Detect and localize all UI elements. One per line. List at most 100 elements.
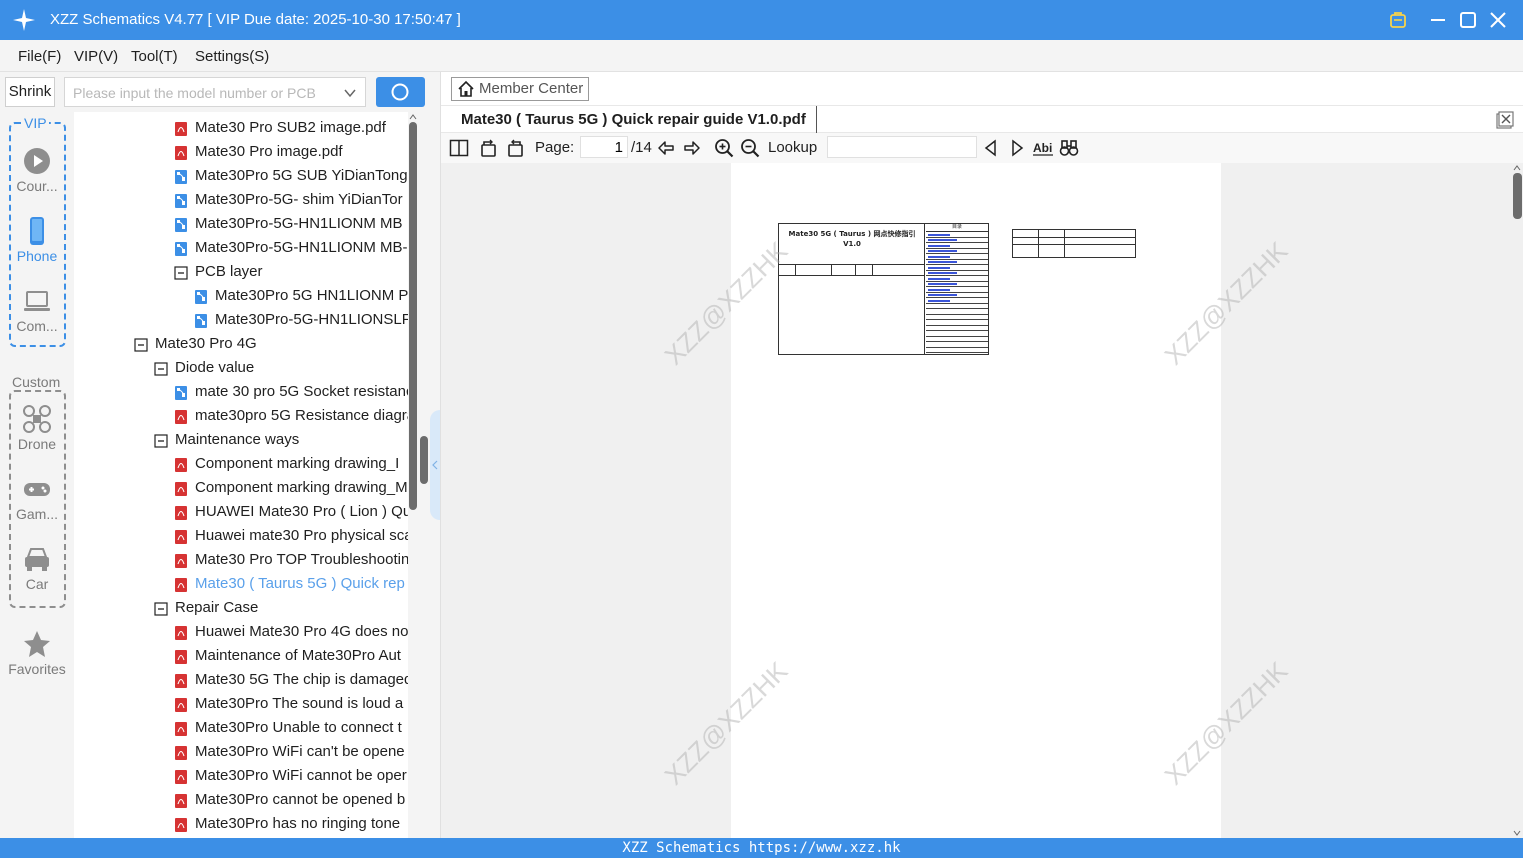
close-icon[interactable] [1486,8,1510,32]
previous-page-icon[interactable] [656,138,676,158]
zoom-out-icon[interactable] [740,138,760,158]
tree-file[interactable]: Huawei Mate30 Pro 4G does no [74,620,408,644]
tree-file[interactable]: Mate30Pro WiFi cannot be oper [74,764,408,788]
tree-file[interactable]: Mate30 Pro image.pdf [74,140,408,164]
pdf-viewer[interactable]: Mate30 5G ( Taurus ) 网点快修指引 V1.0 目录 XZZ@… [441,163,1523,838]
tree-file[interactable]: Huawei mate30 Pro physical sca [74,524,408,548]
rail-item-label: Phone [16,248,58,264]
member-center-button[interactable]: Member Center [451,77,589,101]
tree-item-label: Maintenance ways [175,431,300,448]
toc-lines [926,232,988,353]
tree-scrollbar[interactable] [408,112,418,838]
binoculars-icon[interactable] [1059,138,1079,158]
pane-splitter[interactable] [418,112,440,838]
tree-file[interactable]: Mate30Pro 5G SUB YiDianTong [74,164,408,188]
car-icon [25,548,49,571]
menu-tool[interactable]: Tool(T) [131,48,178,65]
window-title: XZZ Schematics V4.77 [ VIP Due date: 202… [50,11,461,28]
zoom-in-icon[interactable] [714,138,734,158]
vip-bag-icon[interactable] [1386,8,1410,32]
sidebar-toggle-icon[interactable] [449,138,469,158]
pdf-file-icon [175,650,187,664]
pdf-file-icon [175,578,187,592]
find-next-icon[interactable] [1007,138,1027,158]
menu-vip[interactable]: VIP(V) [74,48,118,65]
tree-file[interactable]: Mate30Pro has no ringing tone [74,812,408,836]
viewer-scrollbar[interactable] [1510,163,1523,838]
tree-file[interactable]: Component marking drawing_M [74,476,408,500]
tree-item-label: Mate30Pro-5G- shim YiDianTor [195,191,403,208]
tree-file[interactable]: mate30pro 5G Resistance diagra [74,404,408,428]
tree-folder[interactable]: Mate30 Pro 4G [74,332,408,356]
collapse-icon[interactable] [154,361,168,376]
menu-settings[interactable]: Settings(S) [195,48,269,65]
rotate-left-icon[interactable] [479,138,499,158]
tree-file[interactable]: mate 30 pro 5G Socket resistanc [74,380,408,404]
rail-item-label: Com... [16,318,58,334]
collapse-icon[interactable] [134,337,148,352]
tree-file[interactable]: Maintenance of Mate30Pro Aut [74,644,408,668]
search-button[interactable] [376,77,425,107]
minimize-icon[interactable] [1426,8,1450,32]
close-tab-icon[interactable] [1496,111,1514,129]
shrink-button[interactable]: Shrink [5,77,55,107]
tree-folder[interactable]: Maintenance ways [74,428,408,452]
tree-file[interactable]: Mate30 5G The chip is damaged [74,668,408,692]
scroll-up-icon[interactable] [1513,165,1521,171]
tree-file[interactable]: Mate30Pro cannot be opened b [74,788,408,812]
lookup-label: Lookup [768,139,818,156]
tree-folder[interactable]: PCB layer [74,260,408,284]
pdf-file-icon [175,554,187,568]
viewer-scroll-thumb[interactable] [1513,173,1522,219]
tree-item-label: Mate30 Pro SUB2 image.pdf [195,119,386,136]
collapse-handle[interactable] [430,410,440,520]
next-page-icon[interactable] [682,138,702,158]
rotate-right-icon[interactable] [505,138,525,158]
scroll-up-icon[interactable] [409,114,417,120]
tree-file[interactable]: Mate30 ( Taurus 5G ) Quick rep [74,572,408,596]
rail-item-label: Favorites [8,661,66,677]
document-tab[interactable]: Mate30 ( Taurus 5G ) Quick repair guide … [451,106,817,133]
tree-file[interactable]: Mate30Pro-5G- shim YiDianTor [74,188,408,212]
scroll-down-icon[interactable] [1513,830,1521,836]
chevron-down-icon[interactable] [343,86,357,100]
pdf-file-icon [175,506,187,520]
match-case-icon[interactable]: Abi [1033,138,1053,158]
tree-file[interactable]: HUAWEI Mate30 Pro ( Lion ) Qu [74,500,408,524]
lookup-input[interactable] [827,136,977,158]
tree-file[interactable]: Component marking drawing_I [74,452,408,476]
rail-item-car[interactable]: Car [0,544,74,592]
rail-item-course[interactable]: Cour... [0,146,74,194]
splitter-grip[interactable] [420,436,428,484]
collapse-icon[interactable] [174,265,188,280]
tree-file[interactable]: Mate30 Pro TOP Troubleshootin [74,548,408,572]
tree-file[interactable]: Mate30 Pro SUB2 image.pdf [74,116,408,140]
tree-folder[interactable]: Diode value [74,356,408,380]
page-number-input[interactable] [580,136,628,158]
find-previous-icon[interactable] [981,138,1001,158]
rail-item-computer[interactable]: Com... [0,286,74,334]
tree-file[interactable]: Mate30Pro-5G-HN1LIONM MB [74,212,408,236]
tree-file[interactable]: Mate30Pro-5G-HN1LIONSLF [74,308,408,332]
rail-item-game[interactable]: Gam... [0,474,74,522]
pcb-file-icon [175,170,187,184]
tree-item-label: Mate30Pro-5G-HN1LIONM MB [195,215,403,232]
collapse-icon[interactable] [154,601,168,616]
status-bar: XZZ Schematics https://www.xzz.hk [0,838,1523,858]
tree-file[interactable]: Mate30Pro The sound is loud a [74,692,408,716]
tree-file[interactable]: Mate30Pro-5G-HN1LIONM MB- [74,236,408,260]
collapse-icon[interactable] [154,433,168,448]
rail-item-favorites[interactable]: Favorites [0,629,74,677]
pdf-file-icon [175,818,187,832]
maximize-icon[interactable] [1456,8,1480,32]
menu-file[interactable]: File(F) [18,48,61,65]
tree-file[interactable]: Mate30Pro Unable to connect t [74,716,408,740]
tree-file[interactable]: Mate30Pro WiFi can't be opene [74,740,408,764]
tree-scroll-thumb[interactable] [409,122,417,510]
rail-item-drone[interactable]: Drone [0,404,74,452]
tree-file[interactable]: Mate30Pro 5G HN1LIONM P [74,284,408,308]
search-input[interactable] [73,83,335,103]
tree-folder[interactable]: Repair Case [74,596,408,620]
rail-item-phone[interactable]: Phone [0,216,74,264]
page-label: Page: [535,139,575,156]
